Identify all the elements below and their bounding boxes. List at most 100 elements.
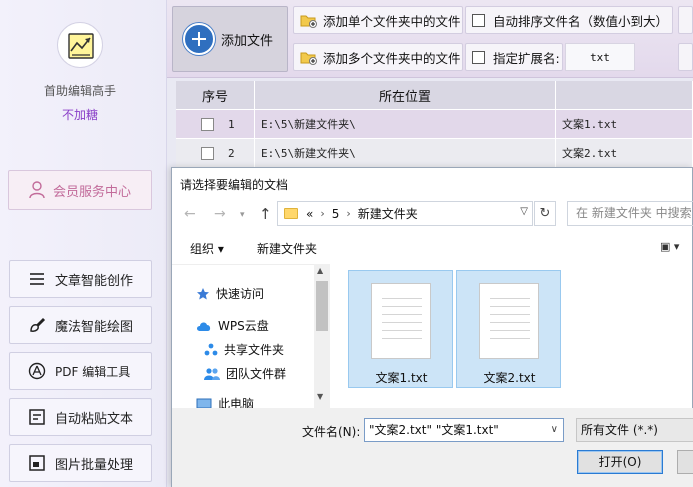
row-filename: 文案2.txt: [556, 139, 693, 168]
nav-item-label: WPS云盘: [218, 319, 269, 333]
auto-sort-checkbox[interactable]: 自动排序文件名（数值小到大）: [465, 6, 673, 34]
filename-input[interactable]: "文案2.txt" "文案1.txt" ∨: [364, 418, 564, 442]
table-row[interactable]: 1 E:\5\新建文件夹\ 文案1.txt: [176, 110, 693, 139]
specify-ext-label: 指定扩展名:: [493, 50, 560, 66]
nav-scrollbar[interactable]: ▲ ▼: [314, 264, 330, 408]
sidebar-item-label: 自动粘贴文本: [55, 411, 134, 427]
lines-icon: [30, 273, 44, 285]
view-options-icon[interactable]: ▣ ▾: [660, 240, 679, 253]
sidebar-item-label: 文章智能创作: [55, 273, 134, 289]
sidebar-item-images[interactable]: 图片批量处理: [9, 444, 152, 482]
refresh-button[interactable]: ↻: [534, 201, 556, 226]
nav-item-label: 团队文件群: [226, 367, 287, 381]
cloud-icon: [197, 321, 211, 331]
add-multi-folder-button[interactable]: 添加多个文件夹中的文件: [293, 43, 463, 71]
refresh-icon: ↻: [539, 206, 551, 221]
scrollbar-thumb[interactable]: [316, 281, 328, 331]
organize-button[interactable]: 组织 ▾: [190, 240, 224, 257]
breadcrumb-item[interactable]: 5: [332, 207, 340, 221]
sidebar-item-label: 图片批量处理: [55, 457, 134, 473]
chevron-right-icon: ›: [320, 207, 325, 220]
sidebar-item-label: 魔法智能绘图: [55, 319, 134, 335]
filename-label: 文件名(N):: [302, 425, 361, 439]
nav-item-this-pc[interactable]: 此电脑: [196, 395, 254, 408]
text-document-icon: [479, 283, 539, 359]
nav-item-team-folder[interactable]: 团队文件群: [204, 365, 286, 382]
forward-arrow-icon[interactable]: →: [214, 206, 226, 222]
file-item[interactable]: 文案1.txt: [348, 270, 453, 388]
chevron-right-icon: ›: [346, 207, 351, 220]
open-button[interactable]: 打开(O): [577, 450, 663, 474]
extension-input[interactable]: txt: [565, 43, 635, 71]
specify-ext-checkbox[interactable]: 指定扩展名:: [465, 43, 563, 71]
add-single-folder-label: 添加单个文件夹中的文件: [323, 13, 461, 29]
new-folder-button[interactable]: 新建文件夹: [257, 240, 317, 257]
cancel-button[interactable]: [677, 450, 693, 474]
brush-icon: [30, 317, 46, 332]
app-tagline: 不加糖: [61, 108, 98, 122]
header-name: [556, 81, 693, 110]
text-document-icon: [371, 283, 431, 359]
chevron-down-icon[interactable]: ▽: [520, 206, 528, 217]
folder-icon: [300, 15, 317, 28]
add-file-label: 添加文件: [221, 33, 274, 49]
share-icon: [204, 343, 218, 355]
chevron-down-icon[interactable]: ▼: [317, 392, 323, 401]
table-row[interactable]: 2 E:\5\新建文件夹\ 文案2.txt: [176, 139, 693, 168]
row-index: 1: [228, 117, 235, 131]
sidebar-item-label: PDF 编辑工具: [55, 364, 131, 379]
header-location: 所在位置: [255, 81, 556, 110]
nav-item-wps-cloud[interactable]: WPS云盘: [196, 317, 269, 334]
pdf-icon: [28, 362, 46, 380]
breadcrumb-item[interactable]: 新建文件夹: [358, 205, 418, 222]
sidebar: 首助编辑高手 不加糖 会员服务中心 文章智能创作 魔法智能绘图 PDF 编辑工具: [0, 0, 167, 487]
toolbar-overflow-button[interactable]: [678, 43, 693, 71]
nav-item-label: 此电脑: [218, 397, 255, 408]
nav-item-quick-access[interactable]: 快速访问: [196, 285, 264, 302]
sidebar-item-article[interactable]: 文章智能创作: [9, 260, 152, 298]
add-single-folder-button[interactable]: 添加单个文件夹中的文件: [293, 6, 463, 34]
row-checkbox[interactable]: [201, 146, 214, 160]
search-input[interactable]: 在 新建文件夹 中搜索: [567, 201, 693, 226]
sidebar-item-paste[interactable]: 自动粘贴文本: [9, 398, 152, 436]
auto-sort-label: 自动排序文件名（数值小到大）: [493, 13, 669, 29]
row-index-cell: 2: [176, 139, 255, 168]
navigation-pane: 快速访问 WPS云盘 共享文件夹 团队文件群 此电脑: [172, 264, 330, 408]
member-center-button[interactable]: 会员服务中心: [8, 170, 152, 210]
breadcrumb-overflow[interactable]: «: [306, 207, 313, 221]
recent-locations-icon[interactable]: ▾: [240, 210, 245, 220]
row-location: E:\5\新建文件夹\: [255, 139, 556, 168]
nav-item-label: 共享文件夹: [224, 343, 285, 357]
nav-item-label: 快速访问: [216, 287, 265, 301]
dialog-footer: 文件名(N): "文案2.txt" "文案1.txt" ∨ 所有文件 (*.*)…: [172, 408, 693, 487]
checkbox-icon: [472, 50, 485, 64]
chevron-down-icon[interactable]: ∨: [551, 419, 558, 441]
team-icon: [204, 367, 220, 380]
add-multi-folder-label: 添加多个文件夹中的文件: [323, 50, 461, 66]
user-icon: [29, 181, 45, 199]
up-arrow-icon[interactable]: ↑: [259, 205, 272, 223]
add-file-button[interactable]: 添加文件: [172, 6, 288, 72]
row-filename: 文案1.txt: [556, 110, 693, 139]
file-item[interactable]: 文案2.txt: [456, 270, 561, 388]
filename-value: "文案2.txt" "文案1.txt": [369, 423, 499, 437]
folder-icon: [300, 52, 317, 65]
row-index: 2: [228, 146, 235, 160]
toolbar-overflow-button[interactable]: [678, 6, 693, 34]
address-bar[interactable]: « › 5 › 新建文件夹 ▽: [277, 201, 533, 226]
filetype-select[interactable]: 所有文件 (*.*): [576, 418, 693, 442]
open-file-dialog: 请选择要编辑的文档 ← → ▾ ↑ « › 5 › 新建文件夹 ▽ ↻ 在 新建…: [171, 167, 693, 487]
sidebar-item-drawing[interactable]: 魔法智能绘图: [9, 306, 152, 344]
row-checkbox[interactable]: [201, 117, 214, 131]
sidebar-item-pdf[interactable]: PDF 编辑工具: [9, 352, 152, 390]
nav-item-shared-folder[interactable]: 共享文件夹: [204, 341, 284, 358]
app-name: 首助编辑高手: [43, 84, 116, 98]
folder-icon: [284, 208, 298, 219]
calendar-icon: [29, 409, 45, 425]
chevron-up-icon[interactable]: ▲: [317, 266, 323, 275]
file-name: 文案2.txt: [483, 371, 536, 385]
plus-icon: [183, 23, 215, 55]
files-pane: 文案1.txt 文案2.txt: [332, 264, 693, 408]
back-arrow-icon[interactable]: ←: [184, 206, 196, 222]
computer-icon: [196, 398, 212, 408]
